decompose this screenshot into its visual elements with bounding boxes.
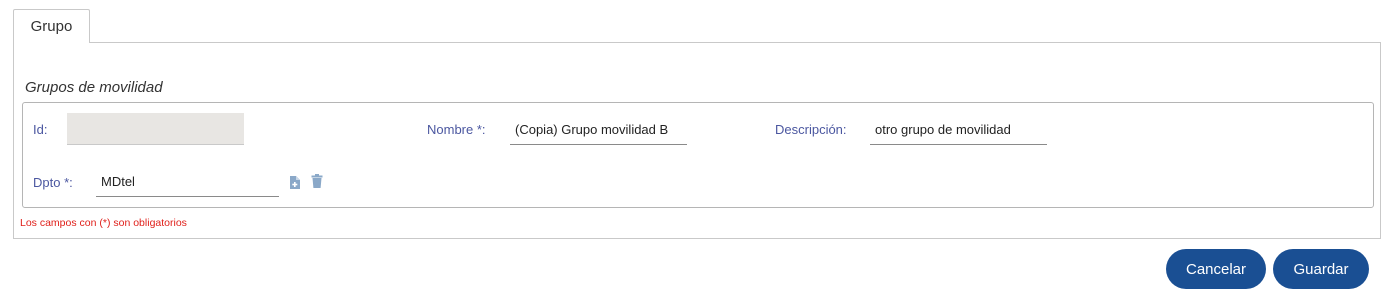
save-button[interactable]: Guardar xyxy=(1273,249,1369,289)
dpto-label: Dpto *: xyxy=(33,175,73,190)
cancel-button[interactable]: Cancelar xyxy=(1166,249,1266,289)
nombre-input[interactable]: (Copia) Grupo movilidad B xyxy=(510,115,687,145)
tab-grupo[interactable]: Grupo xyxy=(13,9,90,43)
id-label: Id: xyxy=(33,122,48,137)
descripcion-label: Descripción: xyxy=(775,122,847,137)
dpto-input[interactable]: MDtel xyxy=(96,167,279,197)
required-fields-note: Los campos con (*) son obligatorios xyxy=(20,217,187,229)
add-document-icon[interactable] xyxy=(287,174,301,190)
descripcion-input[interactable]: otro grupo de movilidad xyxy=(870,115,1047,145)
id-field xyxy=(67,113,244,145)
trash-icon[interactable] xyxy=(310,173,324,189)
tab-grupo-label: Grupo xyxy=(30,18,73,35)
nombre-label: Nombre *: xyxy=(427,122,486,137)
section-title: Grupos de movilidad xyxy=(25,79,163,96)
